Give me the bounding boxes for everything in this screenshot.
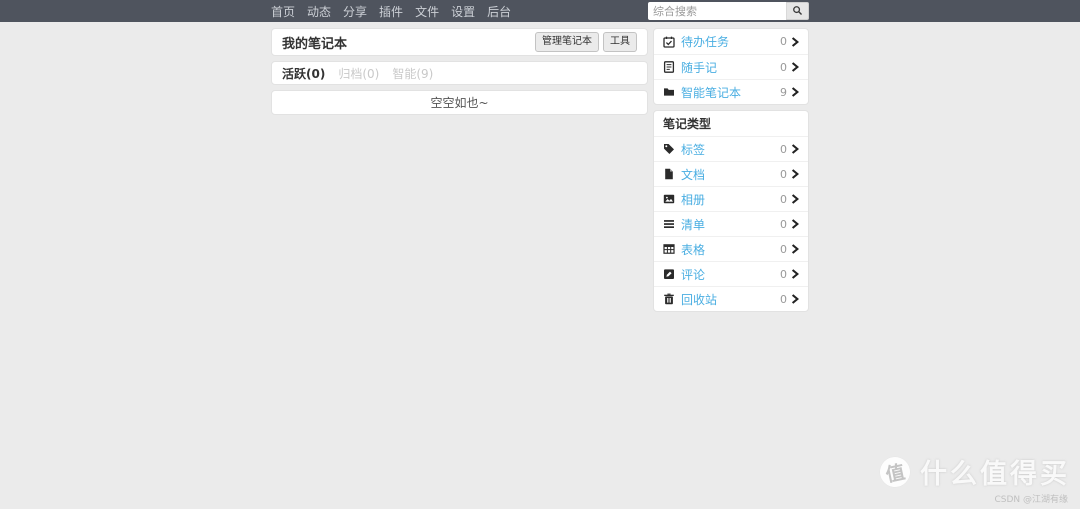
chevron-right-icon — [791, 294, 799, 304]
item-count: 9 — [780, 86, 787, 99]
watermark-brand-line: 值 什么值得买 — [880, 452, 1070, 491]
comment-edit-icon — [663, 268, 675, 280]
item-count: 0 — [780, 218, 787, 231]
table-icon — [663, 243, 675, 255]
item-count: 0 — [780, 293, 787, 306]
watermark-credit-text: CSDN @江湖有缘 — [880, 492, 1068, 505]
header-button-group: 管理笔记本 工具 — [535, 32, 637, 52]
sidebar-item-comments[interactable]: 评论 0 — [654, 261, 808, 286]
sidebar-item-label: 回收站 — [681, 291, 717, 308]
search-input[interactable] — [648, 2, 786, 20]
chevron-right-icon — [791, 169, 799, 179]
sidebar-item-label: 标签 — [681, 141, 705, 158]
item-count: 0 — [780, 168, 787, 181]
sidebar-item-label: 清单 — [681, 216, 705, 233]
manage-notebooks-button[interactable]: 管理笔记本 — [535, 32, 599, 52]
watermark-badge-icon: 值 — [877, 454, 913, 490]
nav-item-plugins[interactable]: 插件 — [379, 3, 403, 20]
top-navbar: 首页 动态 分享 插件 文件 设置 后台 — [0, 0, 1080, 22]
image-icon — [663, 193, 675, 205]
chevron-right-icon — [791, 269, 799, 279]
page-title: 我的笔记本 — [282, 33, 347, 52]
tab-archived-notebooks[interactable]: 归档(0) — [338, 65, 379, 82]
search-button[interactable] — [786, 2, 809, 20]
sidebar-item-label: 智能笔记本 — [681, 84, 741, 101]
nav-item-admin[interactable]: 后台 — [487, 3, 511, 20]
sidebar-item-smart-notebooks[interactable]: 智能笔记本 9 — [654, 79, 808, 104]
item-count: 0 — [780, 268, 787, 281]
tab-smart-notebooks[interactable]: 智能(9) — [392, 65, 433, 82]
notebooks-header-card: 我的笔记本 管理笔记本 工具 — [271, 28, 648, 56]
sidebar: 待办任务 0 随手记 0 智能笔记本 — [653, 28, 809, 317]
chevron-right-icon — [791, 219, 799, 229]
folder-icon — [663, 86, 675, 98]
sidebar-item-label: 待办任务 — [681, 33, 729, 50]
watermark: 值 什么值得买 CSDN @江湖有缘 — [880, 452, 1070, 505]
item-count: 0 — [780, 143, 787, 156]
chevron-right-icon — [791, 87, 799, 97]
tools-button[interactable]: 工具 — [603, 32, 637, 52]
sidebar-item-quick-notes[interactable]: 随手记 0 — [654, 54, 808, 79]
item-count: 0 — [780, 61, 787, 74]
tab-active-notebooks[interactable]: 活跃(0) — [282, 65, 325, 82]
sidebar-item-label: 评论 — [681, 266, 705, 283]
sidebar-item-albums[interactable]: 相册 0 — [654, 186, 808, 211]
item-count: 0 — [780, 35, 787, 48]
nav-item-share[interactable]: 分享 — [343, 3, 367, 20]
quick-links-card: 待办任务 0 随手记 0 智能笔记本 — [653, 28, 809, 105]
watermark-brand-text: 什么值得买 — [920, 452, 1070, 491]
note-types-header: 笔记类型 — [654, 111, 808, 136]
sidebar-item-documents[interactable]: 文档 0 — [654, 161, 808, 186]
sidebar-item-label: 随手记 — [681, 59, 717, 76]
empty-state-card: 空空如也~ — [271, 90, 648, 115]
sidebar-item-label: 表格 — [681, 241, 705, 258]
tag-icon — [663, 143, 675, 155]
empty-state-text: 空空如也~ — [430, 94, 488, 111]
notebook-tabs-card: 活跃(0) 归档(0) 智能(9) — [271, 61, 648, 85]
chevron-right-icon — [791, 194, 799, 204]
nav-item-settings[interactable]: 设置 — [451, 3, 475, 20]
nav-item-files[interactable]: 文件 — [415, 3, 439, 20]
main-column: 我的笔记本 管理笔记本 工具 活跃(0) 归档(0) 智能(9) 空空如也~ — [271, 28, 648, 120]
search-icon — [792, 4, 803, 19]
calendar-check-icon — [663, 36, 675, 48]
trash-icon — [663, 293, 675, 305]
sidebar-item-trash[interactable]: 回收站 0 — [654, 286, 808, 311]
list-icon — [663, 218, 675, 230]
item-count: 0 — [780, 193, 787, 206]
sidebar-item-checklists[interactable]: 清单 0 — [654, 211, 808, 236]
item-count: 0 — [780, 243, 787, 256]
search-group — [648, 2, 809, 20]
note-icon — [663, 61, 675, 73]
chevron-right-icon — [791, 62, 799, 72]
sidebar-item-label: 相册 — [681, 191, 705, 208]
sidebar-item-todo[interactable]: 待办任务 0 — [654, 29, 808, 54]
sidebar-item-tags[interactable]: 标签 0 — [654, 136, 808, 161]
nav-item-home[interactable]: 首页 — [271, 3, 295, 20]
nav-item-activity[interactable]: 动态 — [307, 3, 331, 20]
file-icon — [663, 168, 675, 180]
chevron-right-icon — [791, 37, 799, 47]
sidebar-item-tables[interactable]: 表格 0 — [654, 236, 808, 261]
content-container: 我的笔记本 管理笔记本 工具 活跃(0) 归档(0) 智能(9) 空空如也~ 待… — [271, 28, 809, 317]
navbar-inner: 首页 动态 分享 插件 文件 设置 后台 — [271, 0, 809, 22]
chevron-right-icon — [791, 244, 799, 254]
chevron-right-icon — [791, 144, 799, 154]
sidebar-item-label: 文档 — [681, 166, 705, 183]
note-types-card: 笔记类型 标签 0 文档 0 — [653, 110, 809, 312]
